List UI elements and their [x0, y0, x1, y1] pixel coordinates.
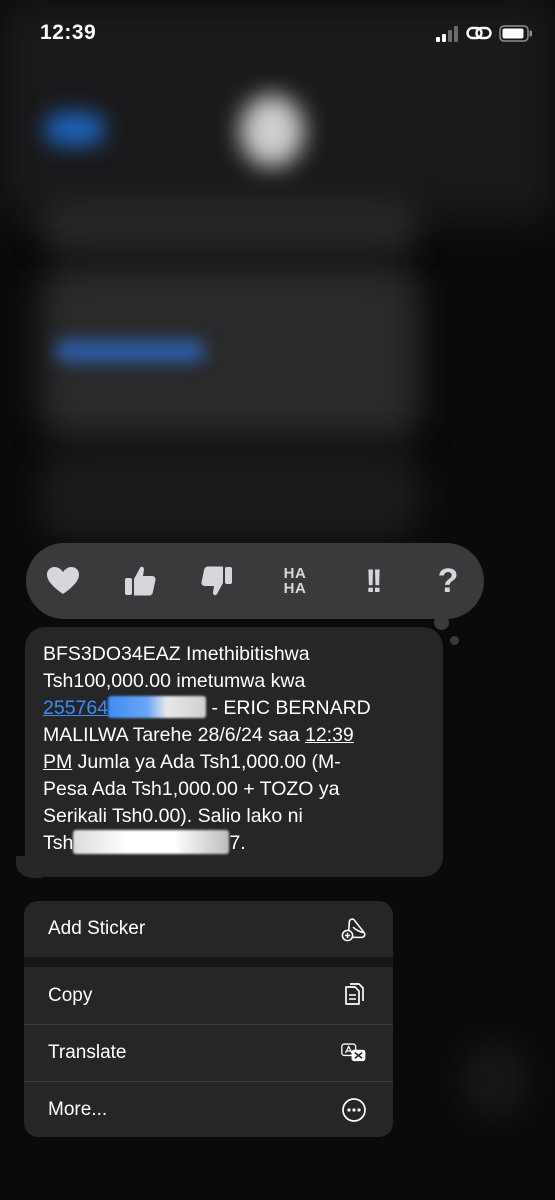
- emphasize-reaction-button[interactable]: !!: [348, 557, 396, 605]
- reaction-bar-tail-dot: [450, 636, 459, 645]
- redacted-balance: [73, 830, 230, 854]
- exclamation-icon: !!: [365, 562, 382, 599]
- time-link[interactable]: 12:39: [305, 724, 354, 746]
- menu-section-divider: [24, 957, 393, 967]
- copy-menu-item[interactable]: Copy: [24, 967, 393, 1024]
- more-menu-item[interactable]: More...: [24, 1082, 393, 1137]
- status-time: 12:39: [40, 21, 97, 44]
- question-mark-icon: ?: [437, 561, 459, 600]
- time-link-pm[interactable]: PM: [43, 751, 72, 773]
- reaction-bar: HA HA !! ?: [26, 543, 484, 619]
- add-sticker-menu-item[interactable]: Add Sticker: [24, 901, 393, 957]
- phone-number-link[interactable]: 255764: [43, 696, 207, 719]
- thumbs-down-reaction-button[interactable]: [193, 557, 241, 605]
- copy-icon: [341, 982, 367, 1009]
- thumbs-up-reaction-button[interactable]: [116, 557, 164, 605]
- haha-icon: HA HA: [283, 565, 307, 597]
- translate-menu-item[interactable]: Translate: [24, 1025, 393, 1081]
- reaction-bar-tail: [434, 615, 449, 630]
- question-reaction-button[interactable]: ?: [424, 557, 472, 605]
- cellular-signal-icon: [436, 25, 462, 42]
- link-icon: [466, 23, 492, 43]
- translate-icon: [341, 1040, 367, 1066]
- battery-icon: [499, 25, 533, 42]
- add-sticker-icon: [341, 916, 367, 942]
- heart-icon: [46, 566, 80, 596]
- redacted-phone-digits: [108, 696, 207, 718]
- thumbs-up-icon: [123, 564, 157, 598]
- thumbs-down-icon: [200, 564, 234, 598]
- context-menu: Add Sticker Copy Translate More...: [24, 901, 393, 1137]
- status-bar: 12:39: [0, 0, 555, 70]
- message-text: BFS3DO34EAZ Imethibitishwa Tsh100,000.00…: [43, 643, 371, 854]
- more-icon: [341, 1097, 367, 1123]
- message-bubble[interactable]: BFS3DO34EAZ Imethibitishwa Tsh100,000.00…: [25, 627, 443, 877]
- haha-reaction-button[interactable]: HA HA: [271, 557, 319, 605]
- heart-reaction-button[interactable]: [39, 557, 87, 605]
